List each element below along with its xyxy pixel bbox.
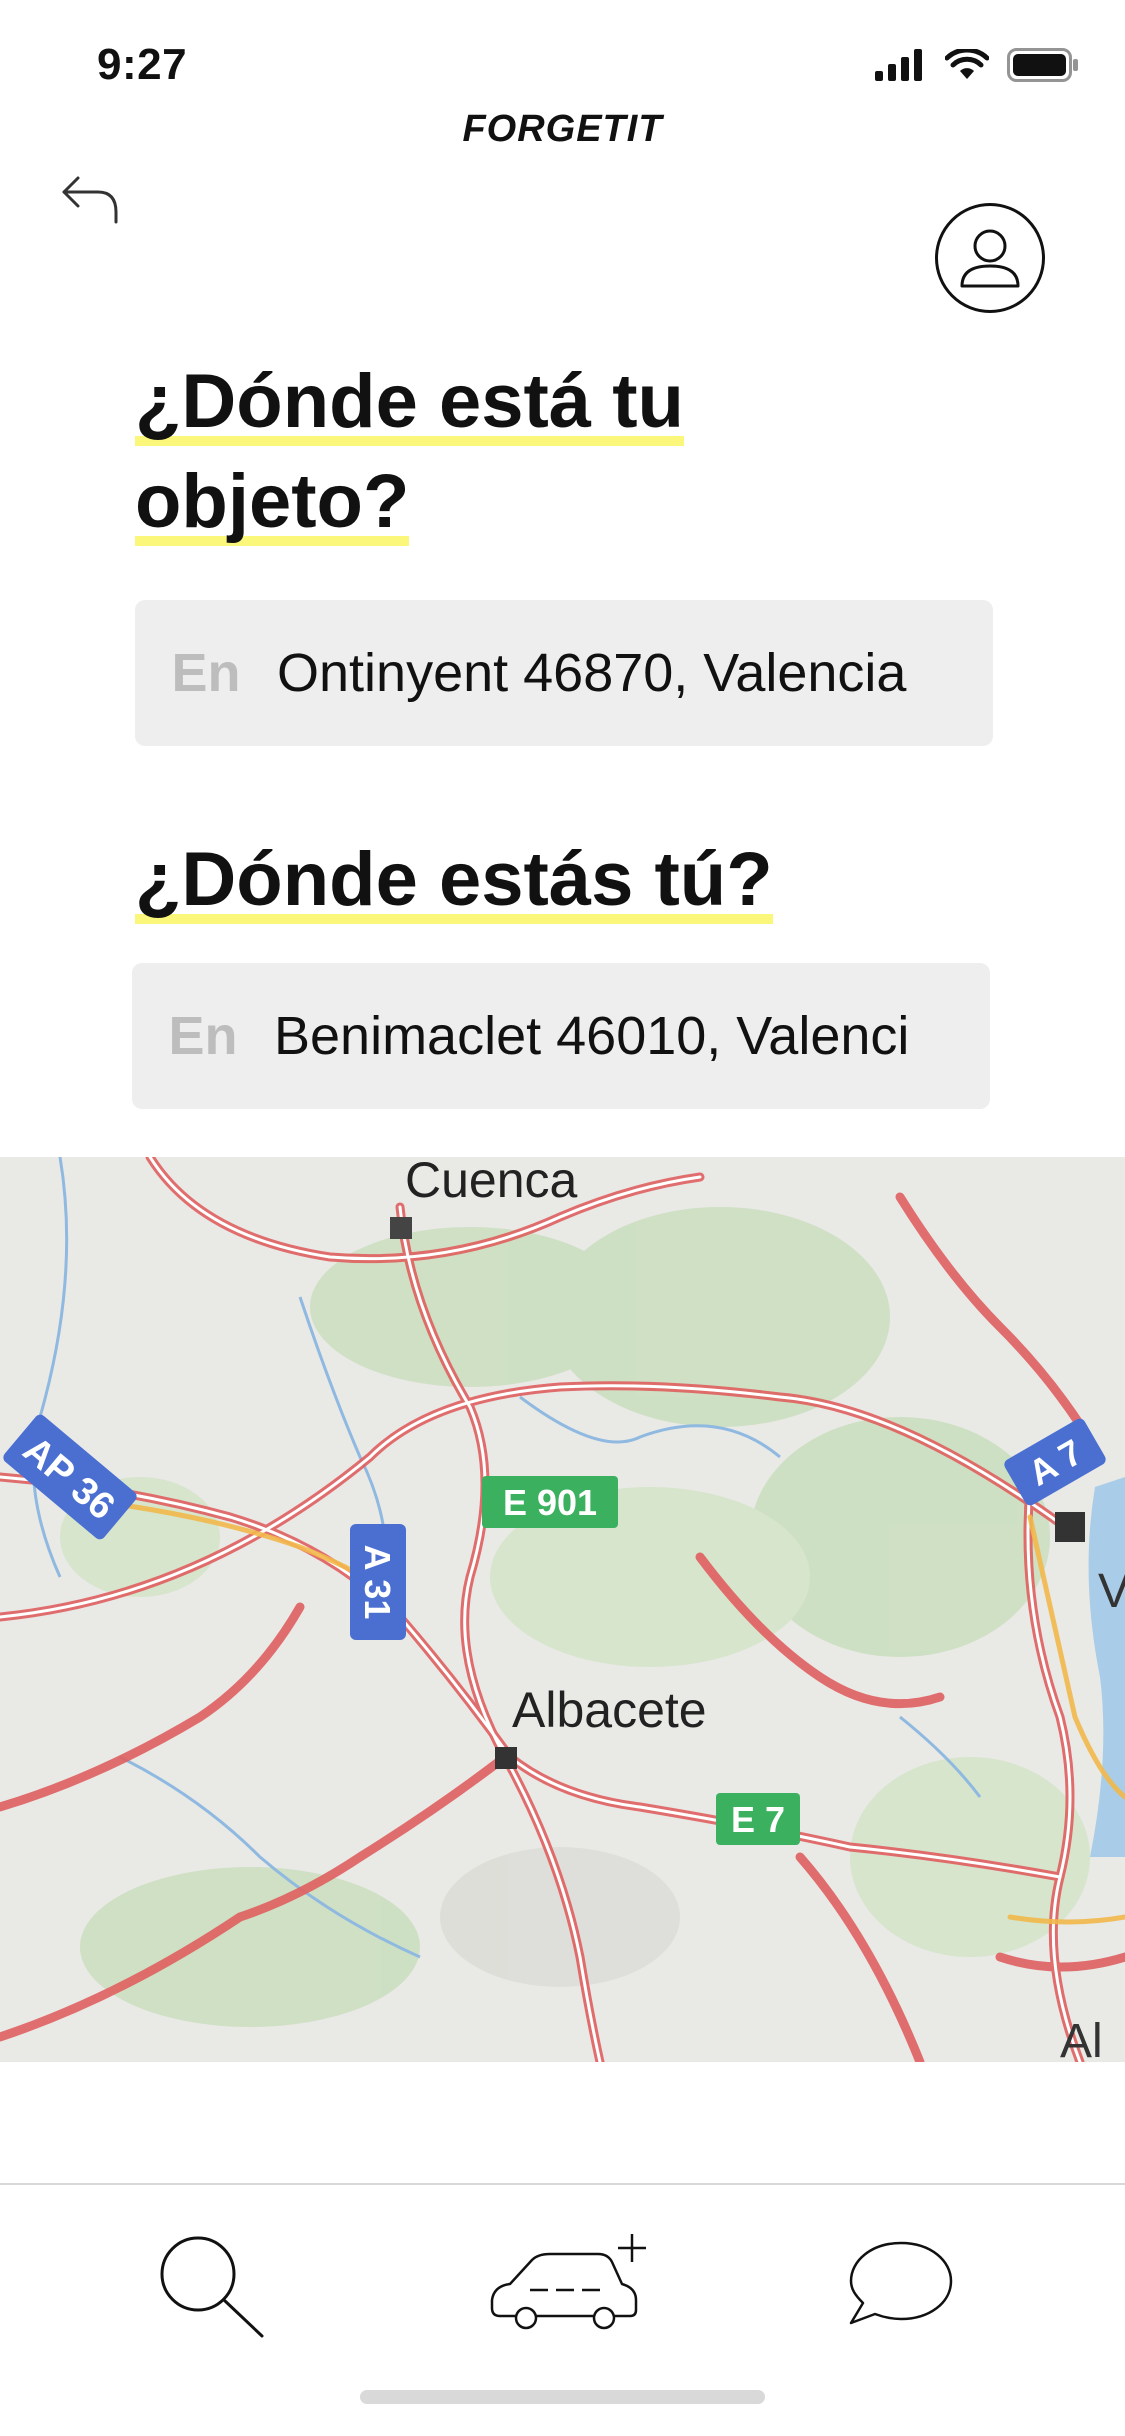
city-marker-valencia — [1055, 1512, 1085, 1542]
road-sign-e7-label: E 7 — [731, 1799, 785, 1840]
object-location-field[interactable]: En Ontinyent 46870, Valencia — [135, 600, 993, 746]
map-edge-label-v: V — [1098, 1565, 1125, 1618]
back-arrow-icon — [62, 176, 118, 224]
road-sign-a31: A 31 — [350, 1524, 406, 1640]
object-question-line2: objeto? — [135, 459, 410, 546]
wifi-icon — [945, 49, 989, 79]
user-icon — [960, 229, 1020, 288]
road-sign-e901: E 901 — [482, 1476, 618, 1528]
back-button[interactable] — [58, 172, 124, 228]
road-sign-e7: E 7 — [716, 1793, 800, 1845]
object-location-question: ¿Dónde está tu objeto? — [135, 352, 684, 552]
search-icon — [160, 2236, 264, 2338]
brand-logo: FORGETIT — [462, 108, 663, 150]
object-location-value[interactable]: Ontinyent 46870, Valencia — [277, 642, 906, 704]
city-label-albacete: Albacete — [512, 1682, 707, 1738]
add-car-icon — [490, 2234, 646, 2330]
object-location-prefix: En — [171, 643, 241, 703]
city-label-cuenca: Cuenca — [405, 1157, 578, 1208]
city-marker-albacete — [495, 1747, 517, 1769]
tab-search[interactable] — [140, 2215, 280, 2355]
user-location-prefix: En — [168, 1006, 238, 1066]
signal-icon — [875, 49, 922, 81]
map-terrain — [60, 1207, 1090, 2027]
profile-button[interactable] — [935, 203, 1045, 313]
map-edge-label-al: Al — [1060, 2015, 1103, 2062]
tab-chat[interactable] — [840, 2215, 960, 2355]
object-question-line1: ¿Dónde está tu — [135, 359, 684, 446]
user-location-field[interactable]: En Benimaclet 46010, Valenci — [132, 963, 990, 1109]
map-sea — [1088, 1477, 1125, 1857]
chat-icon — [849, 2241, 953, 2325]
tab-add-car[interactable] — [475, 2215, 655, 2355]
map-view[interactable]: Cuenca Albacete V Al AP 36 E 901 A 31 A … — [0, 1157, 1125, 2062]
user-question-text: ¿Dónde estás tú? — [135, 837, 773, 924]
road-sign-a31-label: A 31 — [357, 1545, 398, 1620]
home-indicator — [360, 2390, 765, 2404]
battery-icon — [1007, 48, 1078, 82]
road-sign-e901-label: E 901 — [503, 1482, 597, 1523]
user-location-value[interactable]: Benimaclet 46010, Valenci — [274, 1005, 909, 1067]
user-location-question: ¿Dónde estás tú? — [135, 830, 773, 930]
status-icons — [875, 48, 1079, 82]
city-marker-cuenca — [390, 1217, 412, 1239]
status-time: 9:27 — [97, 40, 188, 89]
